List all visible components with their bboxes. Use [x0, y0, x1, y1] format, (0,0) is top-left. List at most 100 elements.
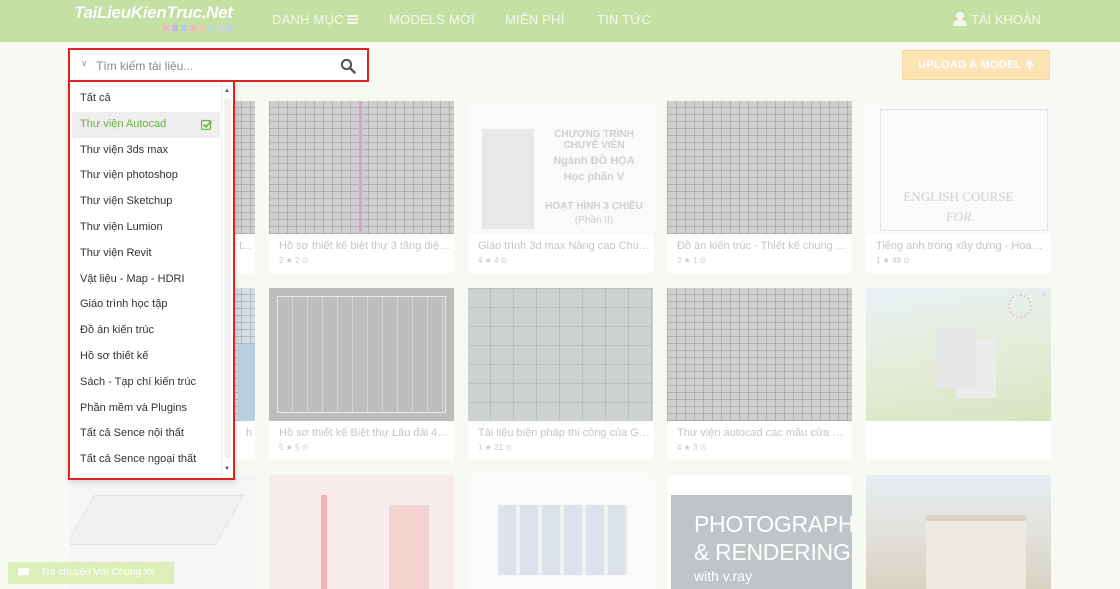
- chat-bubble-icon: [18, 568, 29, 578]
- category-item-design-files[interactable]: Hồ sơ thiết kế: [72, 344, 220, 370]
- nav-news[interactable]: TIN TỨC: [597, 12, 651, 27]
- category-item-textbooks[interactable]: Giáo trình học tập: [72, 292, 220, 318]
- category-item-books[interactable]: Sách - Tạp chí kiến trúc: [72, 370, 220, 396]
- model-stats: 5 ★ 5 ⊙: [279, 443, 309, 452]
- logo-bar: [181, 25, 187, 31]
- thumb-text: PHOTOGRAPHY: [694, 511, 852, 537]
- category-item-lumion[interactable]: Thư viện Lumion: [72, 215, 220, 241]
- arrow-up-icon: 🡱: [1025, 59, 1034, 71]
- chevron-down-icon[interactable]: ∨: [81, 58, 88, 69]
- thumb-text: Ngành ĐỒ HỌA: [553, 155, 635, 167]
- logo-bar: [190, 25, 196, 31]
- chat-label: Trò chuyện Với Chúng tôi: [41, 567, 155, 578]
- category-item-sketchup[interactable]: Thư viện Sketchup: [72, 189, 220, 215]
- model-card[interactable]: ENGLISH COURSE FOR Tiếng anh trong xây d…: [866, 101, 1051, 273]
- scroll-up-icon[interactable]: ▲: [224, 88, 230, 94]
- search-input[interactable]: [96, 57, 336, 75]
- logo-bar: [226, 25, 232, 31]
- category-item-revit[interactable]: Thư viện Revit: [72, 241, 220, 267]
- logo-bar: [163, 25, 169, 31]
- account-link[interactable]: TÀI KHOẢN: [953, 12, 1041, 27]
- thumb-text: CHƯƠNG TRÌNH CHUYÊ VIÊN: [554, 129, 634, 151]
- model-card[interactable]: CHƯƠNG TRÌNH CHUYÊ VIÊN Ngành ĐỒ HỌA Học…: [468, 101, 653, 273]
- category-item-label: Thư viện Autocad: [80, 117, 167, 130]
- category-item-exterior-scenes[interactable]: Tất cả Sence ngoại thất: [72, 447, 220, 473]
- model-thumbnail[interactable]: ✕: [866, 288, 1051, 421]
- user-icon: [953, 12, 967, 26]
- category-item-3dsmax[interactable]: Thư viện 3ds max: [72, 138, 220, 164]
- category-item-all[interactable]: Tất cả: [72, 86, 220, 112]
- model-thumbnail[interactable]: [667, 101, 852, 234]
- scrollbar-thumb[interactable]: [224, 98, 231, 458]
- model-title[interactable]: Thư viện autocad các mẫu cửa gỗ s...: [677, 427, 849, 439]
- upload-label: UPLOAD A MODEL: [918, 59, 1022, 71]
- site-logo[interactable]: TaiLieuKienTruc.Net: [74, 3, 233, 23]
- thumb-text: & RENDERING: [694, 539, 851, 565]
- upload-model-button[interactable]: UPLOAD A MODEL 🡱: [902, 50, 1050, 80]
- category-item-photoshop[interactable]: Thư viện photoshop: [72, 163, 220, 189]
- model-title[interactable]: Đồ án kiến trúc - Thiết kế chung cư ...: [677, 240, 849, 252]
- model-card[interactable]: Đồ án kiến trúc - Thiết kế chung cư ... …: [667, 101, 852, 273]
- model-title[interactable]: Hồ sơ thiết kế Biệt thự Lâu đài 4 Tầ...: [279, 427, 451, 439]
- thumb-text: with v.ray: [694, 568, 753, 584]
- top-navbar: TaiLieuKienTruc.Net DANH MỤC MODELS MỚI …: [0, 0, 1120, 42]
- chat-widget[interactable]: Trò chuyện Với Chúng tôi: [8, 562, 174, 584]
- model-title[interactable]: Giáo trình 3d max Nâng cao Chuyên...: [478, 240, 650, 252]
- category-item-materials[interactable]: Vật liệu - Map - HDRI: [72, 267, 220, 293]
- check-square-icon: [201, 119, 212, 130]
- model-title[interactable]: h: [246, 427, 260, 439]
- model-thumbnail[interactable]: ENGLISH COURSE FOR: [866, 101, 1051, 234]
- model-thumbnail[interactable]: PHOTOGRAPHY & RENDERING with v.ray: [667, 475, 852, 589]
- model-card[interactable]: [269, 475, 454, 589]
- search-box[interactable]: ∨: [68, 48, 369, 82]
- search-icon[interactable]: [340, 58, 356, 74]
- model-thumbnail[interactable]: [269, 475, 454, 589]
- thumb-text: HOẠT HÌNH 3 CHIỀU: [545, 201, 643, 212]
- model-thumbnail[interactable]: CHƯƠNG TRÌNH CHUYÊ VIÊN Ngành ĐỒ HỌA Học…: [468, 101, 653, 234]
- logo-bar: [172, 25, 178, 31]
- model-stats: 4 ★ 4 ⊙: [478, 256, 508, 265]
- nav-categories[interactable]: DANH MỤC: [272, 12, 358, 27]
- model-stats: 4 ★ 3 ⊙: [677, 443, 707, 452]
- logo-bar: [208, 25, 214, 31]
- scroll-down-icon[interactable]: ▼: [224, 466, 230, 472]
- model-card[interactable]: PHOTOGRAPHY & RENDERING with v.ray: [667, 475, 852, 589]
- model-thumbnail[interactable]: [866, 475, 1051, 589]
- model-thumbnail[interactable]: [468, 288, 653, 421]
- model-card[interactable]: Tài liệu biện pháp thi công của GS.... 1…: [468, 288, 653, 460]
- category-dropdown[interactable]: Tất cả Thư viện Autocad Thư viện 3ds max…: [68, 80, 235, 480]
- model-title[interactable]: Hồ sơ thiết kế biệt thự 3 tầng diện ti..…: [279, 240, 451, 252]
- logo-bar: [217, 25, 223, 31]
- model-thumbnail[interactable]: [269, 101, 454, 234]
- thumb-text: ENGLISH COURSE: [903, 189, 1014, 204]
- category-item-software[interactable]: Phần mềm và Plugins: [72, 396, 220, 422]
- logo-bar: [199, 25, 205, 31]
- category-list: Tất cả Thư viện Autocad Thư viện 3ds max…: [72, 86, 220, 473]
- model-card[interactable]: ✕: [866, 288, 1051, 460]
- model-thumbnail[interactable]: [468, 475, 653, 589]
- thumb-text: FOR: [945, 209, 972, 224]
- model-title[interactable]: Tài liệu biện pháp thi công của GS....: [478, 427, 650, 439]
- model-card[interactable]: Hồ sơ thiết kế biệt thự 3 tầng diện ti..…: [269, 101, 454, 273]
- model-card[interactable]: Thư viện autocad các mẫu cửa gỗ s... 4 ★…: [667, 288, 852, 460]
- model-card[interactable]: Hồ sơ thiết kế Biệt thự Lâu đài 4 Tầ... …: [269, 288, 454, 460]
- model-stats: 2 ★ 2 ⊙: [279, 256, 309, 265]
- logo-badge-icon: [1008, 294, 1032, 318]
- model-thumbnail[interactable]: [667, 288, 852, 421]
- logo-color-bars: [163, 25, 232, 31]
- account-label: TÀI KHOẢN: [971, 12, 1042, 27]
- nav-free[interactable]: MIỄN PHÍ: [505, 12, 564, 27]
- model-thumbnail[interactable]: [269, 288, 454, 421]
- model-card[interactable]: [866, 475, 1051, 589]
- thumb-text: (Phần II): [574, 215, 614, 226]
- close-icon[interactable]: ✕: [1040, 290, 1047, 299]
- nav-new-models[interactable]: MODELS MỚI: [389, 12, 475, 27]
- dropdown-scrollbar[interactable]: ▲ ▼: [221, 82, 233, 478]
- model-card[interactable]: [468, 475, 653, 589]
- thumb-text: Học phần V: [563, 171, 625, 183]
- category-item-autocad[interactable]: Thư viện Autocad: [72, 111, 220, 138]
- category-item-projects[interactable]: Đồ án kiến trúc: [72, 318, 220, 344]
- category-item-interior-scenes[interactable]: Tất cả Sence nội thất: [72, 421, 220, 447]
- model-title[interactable]: Tiếng anh trong xây dựng - HoaBình...: [876, 240, 1048, 252]
- model-stats: 2 ★ 1 ⊙: [677, 256, 707, 265]
